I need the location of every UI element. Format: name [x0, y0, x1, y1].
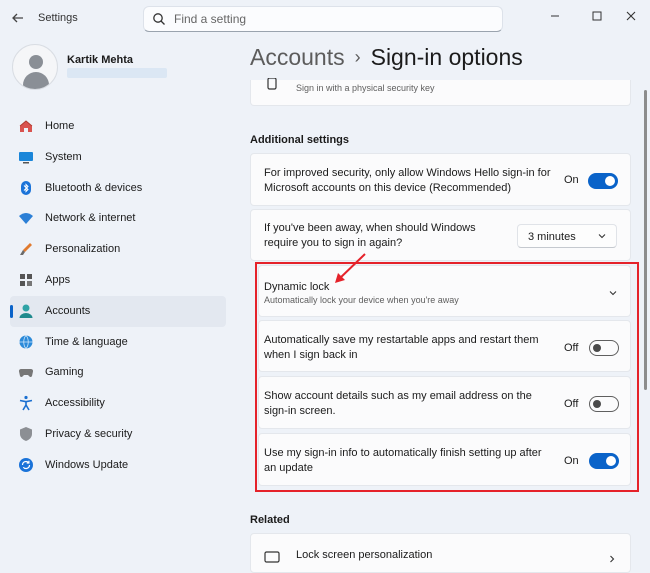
apps-icon	[18, 272, 34, 288]
dynamic-lock-title: Dynamic lock	[264, 281, 330, 293]
page-title: Accounts › Sign-in options	[250, 44, 523, 71]
sidebar-item-home[interactable]: Home	[10, 111, 226, 142]
hello-only-toggle[interactable]	[588, 173, 618, 189]
home-icon	[18, 118, 34, 134]
sidebar-item-label: Network & internet	[45, 212, 136, 225]
sidebar-item-label: System	[45, 150, 82, 163]
sidebar-item-privacy-security[interactable]: Privacy & security	[10, 419, 226, 450]
security-key-icon	[265, 77, 279, 92]
sidebar-item-gaming[interactable]: Gaming	[10, 357, 226, 388]
account-details-card: Show account details such as my email ad…	[258, 376, 631, 429]
user-email-redacted	[67, 68, 167, 78]
security-key-subtitle: Sign in with a physical security key	[296, 83, 435, 93]
restart-apps-toggle[interactable]	[589, 340, 619, 356]
dynamic-lock-card[interactable]: Dynamic lock Automatically lock your dev…	[258, 265, 631, 317]
sidebar-item-label: Home	[45, 120, 75, 132]
sidebar-item-label: Privacy & security	[45, 427, 133, 440]
sidebar-item-label: Time & language	[45, 335, 128, 348]
brush-icon	[18, 241, 34, 257]
restart-apps-card: Automatically save my restartable apps a…	[258, 320, 631, 372]
active-indicator	[10, 304, 13, 318]
user-name: Kartik Mehta	[67, 54, 134, 66]
additional-settings-header: Additional settings	[250, 134, 349, 146]
breadcrumb-separator: ›	[354, 47, 361, 67]
update-icon	[18, 457, 34, 473]
sidebar-item-time-language[interactable]: Time & language	[10, 327, 226, 358]
sidebar-item-bluetooth[interactable]: Bluetooth & devices	[10, 173, 226, 204]
sidebar-item-apps[interactable]: Apps	[10, 265, 226, 296]
search-icon	[152, 12, 166, 26]
close-icon[interactable]	[623, 8, 639, 24]
sidebar-item-label: Bluetooth & devices	[45, 181, 143, 194]
account-details-toggle[interactable]	[589, 396, 619, 412]
monitor-icon	[264, 551, 280, 565]
restart-apps-text: Automatically save my restartable apps a…	[264, 334, 539, 361]
back-arrow-icon[interactable]	[10, 10, 26, 26]
minimize-icon[interactable]	[547, 8, 563, 24]
lock-screen-card[interactable]: Lock screen personalization	[250, 533, 631, 573]
away-timeout-dropdown[interactable]: 3 minutes	[517, 224, 617, 248]
accessibility-icon	[18, 395, 34, 411]
sidebar-item-label: Accounts	[45, 304, 91, 317]
sidebar-item-label: Windows Update	[45, 458, 129, 471]
bluetooth-icon	[18, 180, 34, 196]
page-title-text: Sign-in options	[370, 44, 523, 70]
restart-apps-state: Off	[564, 342, 579, 354]
dynamic-lock-subtitle: Automatically lock your device when you'…	[264, 295, 459, 305]
hello-only-state: On	[564, 174, 579, 186]
finish-setup-text: Use my sign-in info to automatically fin…	[264, 447, 542, 474]
search-box[interactable]	[143, 6, 503, 32]
sidebar-item-accessibility[interactable]: Accessibility	[10, 388, 226, 419]
sidebar-item-label: Personalization	[45, 243, 121, 256]
annotation-arrow-icon	[335, 253, 366, 283]
breadcrumb-accounts[interactable]: Accounts	[250, 44, 345, 70]
search-input[interactable]	[174, 11, 484, 27]
app-title: Settings	[38, 12, 78, 24]
security-key-card[interactable]: Sign in with a physical security key	[250, 77, 631, 106]
account-details-state: Off	[564, 398, 579, 410]
wifi-icon	[18, 210, 34, 226]
maximize-icon[interactable]	[589, 8, 605, 24]
sidebar-item-network[interactable]: Network & internet	[10, 203, 226, 234]
away-timeout-value: 3 minutes	[528, 231, 576, 243]
sidebar-item-label: Gaming	[45, 366, 84, 379]
sidebar-item-label: Accessibility	[45, 397, 105, 410]
sidebar-item-system[interactable]: System	[10, 142, 226, 173]
finish-setup-card: Use my sign-in info to automatically fin…	[258, 433, 631, 486]
hello-only-card: For improved security, only allow Window…	[250, 153, 631, 206]
sidebar-nav: Home System Bluetooth & devices Network …	[10, 111, 226, 481]
gamepad-icon	[18, 364, 34, 380]
finish-setup-state: On	[564, 455, 579, 467]
avatar[interactable]	[12, 44, 58, 90]
sidebar-item-windows-update[interactable]: Windows Update	[10, 450, 226, 481]
sidebar-item-accounts[interactable]: Accounts	[10, 295, 226, 327]
finish-setup-toggle[interactable]	[589, 453, 619, 469]
title-bar: Settings	[0, 0, 650, 36]
chevron-right-icon	[606, 552, 618, 564]
system-icon	[18, 149, 34, 165]
lock-screen-label: Lock screen personalization	[296, 549, 433, 561]
away-text: If you've been away, when should Windows…	[264, 222, 476, 249]
scrollbar[interactable]	[644, 90, 647, 390]
account-details-text: Show account details such as my email ad…	[264, 390, 532, 417]
shield-icon	[18, 426, 34, 442]
sidebar-item-personalization[interactable]: Personalization	[10, 234, 226, 265]
accounts-icon	[18, 303, 34, 319]
hello-only-text: For improved security, only allow Window…	[264, 167, 551, 194]
related-header: Related	[250, 514, 290, 526]
globe-icon	[18, 334, 34, 350]
chevron-down-icon	[596, 229, 608, 241]
chevron-down-icon[interactable]	[607, 286, 619, 298]
sidebar-item-label: Apps	[45, 273, 71, 286]
